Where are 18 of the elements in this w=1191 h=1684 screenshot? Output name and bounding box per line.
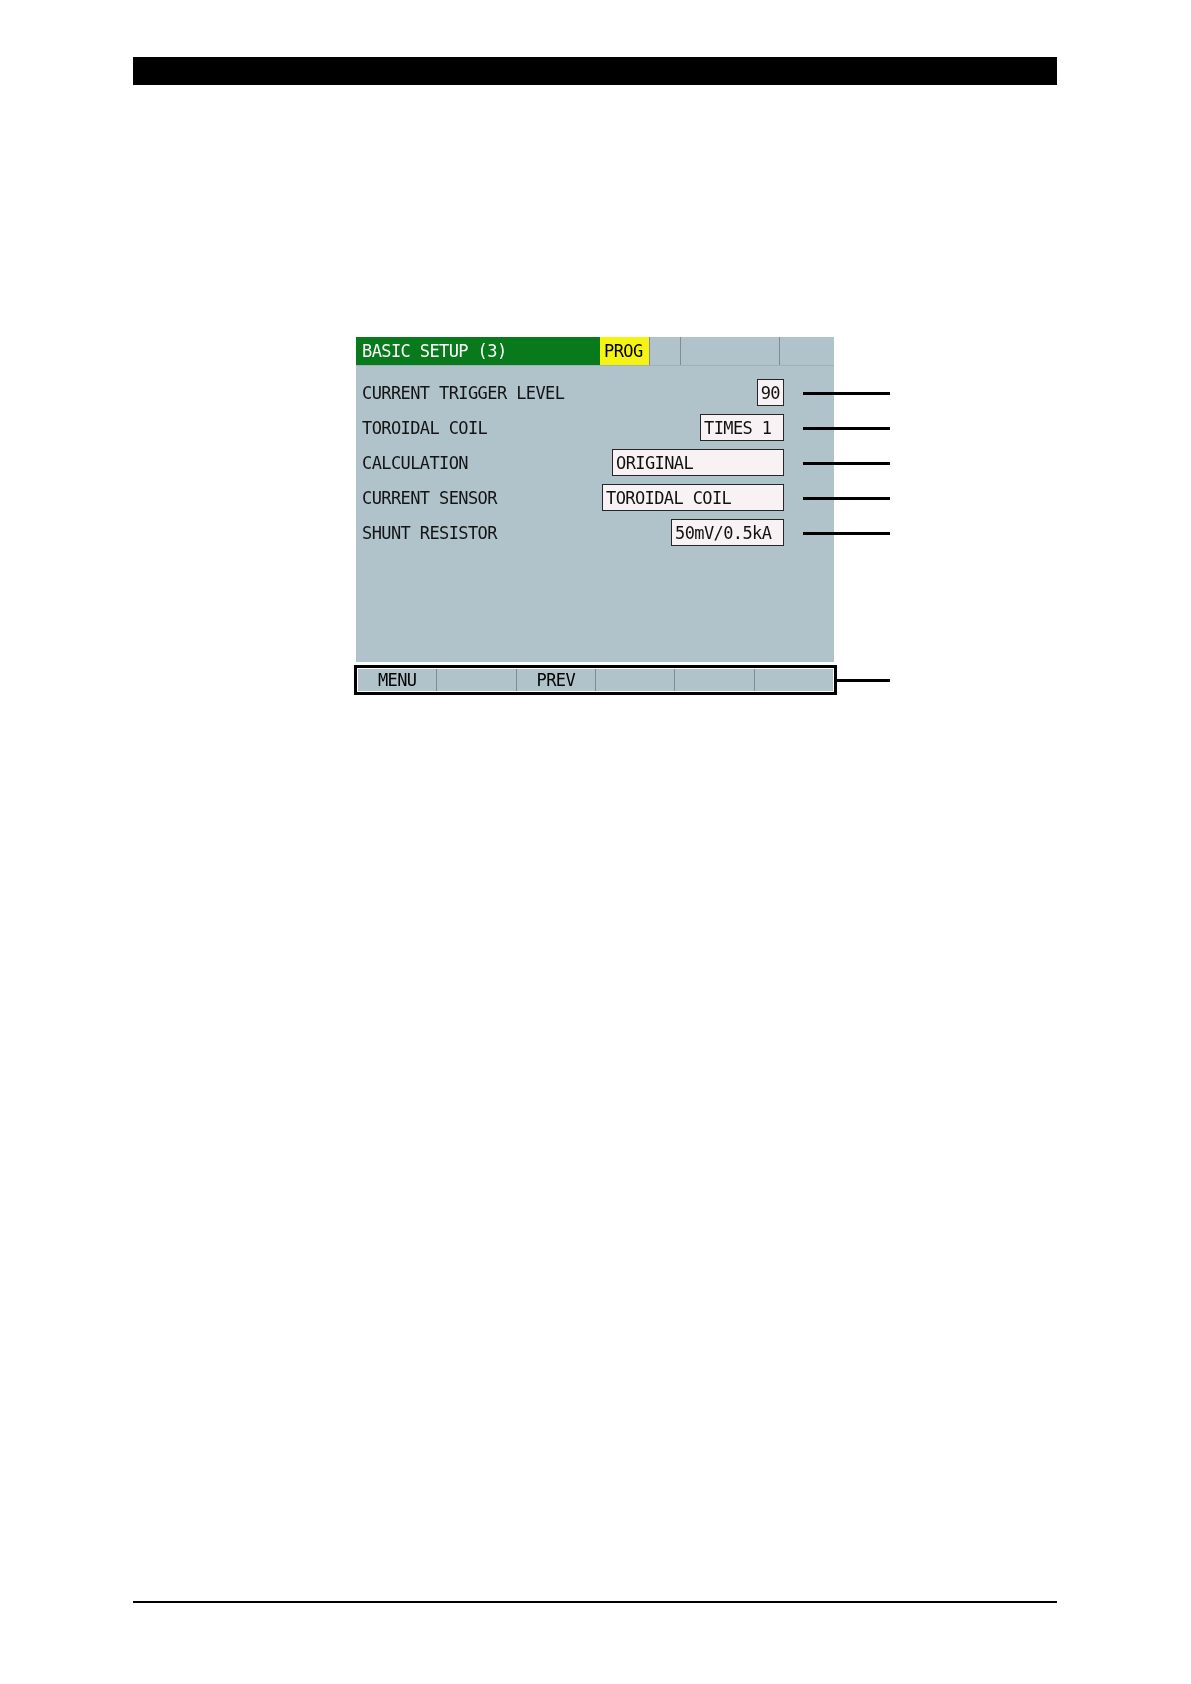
softkey[interactable]: MENU [358,669,437,691]
value-field[interactable]: 90 [756,379,784,406]
setting-label: CURRENT TRIGGER LEVEL [362,382,565,403]
softkey[interactable] [674,669,754,691]
softkey[interactable]: PREV [515,669,595,691]
softkey[interactable] [436,669,516,691]
value-field[interactable]: 50mV/0.5kA [671,519,784,546]
setting-label: CALCULATION [362,452,468,473]
setting-label: CURRENT SENSOR [362,487,497,508]
screen-title: BASIC SETUP (3) [356,337,600,365]
setting-label: TOROIDAL COIL [362,417,488,438]
mode-badge: PROG [600,337,649,365]
softkey[interactable] [753,669,833,691]
value-field[interactable]: TIMES 1 [700,414,784,441]
value-field[interactable]: ORIGINAL [612,449,784,476]
softkey[interactable] [595,669,675,691]
value-field[interactable]: TOROIDAL COIL [602,484,784,511]
setting-label: SHUNT RESISTOR [362,522,497,543]
